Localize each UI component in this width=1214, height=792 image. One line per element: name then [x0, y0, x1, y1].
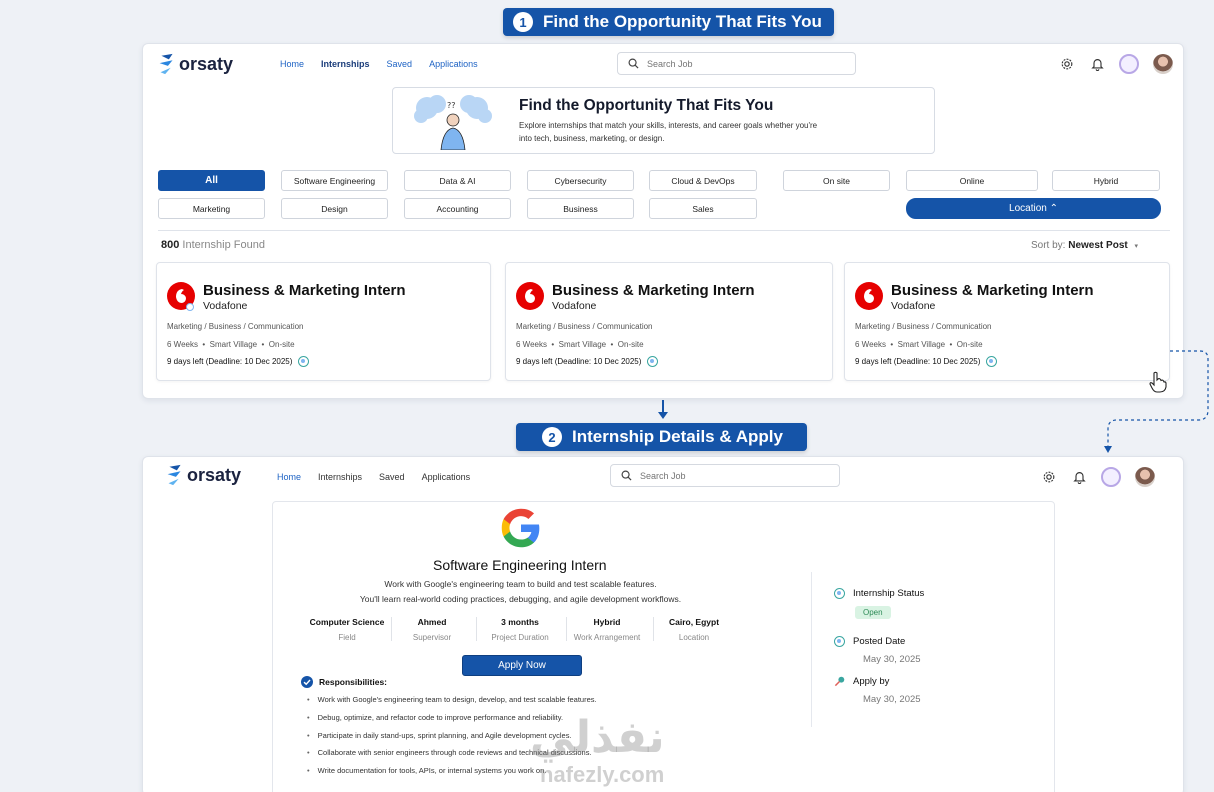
- search-box[interactable]: [610, 464, 840, 487]
- nav-saved[interactable]: Saved: [379, 472, 405, 482]
- responsibilities-heading: Responsibilities:: [301, 676, 387, 688]
- calendar-icon: [834, 636, 845, 647]
- responsibility-item: Work with Google's engineering team to d…: [307, 695, 597, 713]
- gear-icon[interactable]: [1041, 469, 1057, 485]
- fact-value: Computer Science: [309, 617, 385, 627]
- panel-divider: [811, 572, 812, 727]
- posted-label: Posted Date: [853, 636, 906, 647]
- profile-ring-avatar[interactable]: [1101, 467, 1121, 487]
- responsibilities-title: Responsibilities:: [319, 677, 388, 687]
- pin-icon: [834, 676, 845, 687]
- apply-by-label: Apply by: [853, 676, 890, 687]
- nav-applications[interactable]: Applications: [422, 472, 471, 482]
- search-input[interactable]: [640, 470, 800, 481]
- nav-internships[interactable]: Internships: [318, 472, 362, 482]
- internship-desc-1: Work with Google's engineering team to b…: [384, 579, 657, 589]
- fact-work-arrangement: Hybrid Work Arrangement: [563, 617, 651, 642]
- posted-heading: Posted Date: [834, 636, 905, 647]
- fact-value: Ahmed: [417, 617, 447, 627]
- status-icon: [834, 588, 845, 599]
- internship-title: Software Engineering Intern: [433, 557, 607, 573]
- fact-label: Work Arrangement: [573, 633, 641, 642]
- watermark-latin: nafezly.com: [540, 762, 665, 787]
- brand-name: orsaty: [187, 464, 242, 485]
- internship-desc-2: You'll learn real-world coding practices…: [359, 594, 682, 604]
- step-2-banner: 2 Internship Details & Apply: [516, 423, 807, 451]
- apply-by-date: May 30, 2025: [863, 694, 921, 705]
- logo-icon: [167, 464, 181, 486]
- fact-value: 3 months: [501, 617, 539, 627]
- check-circle-icon: [301, 676, 313, 688]
- step-number: 2: [542, 427, 562, 447]
- status-label: Internship Status: [853, 588, 925, 599]
- fact-duration: 3 months Project Duration: [476, 617, 564, 642]
- status-heading: Internship Status: [834, 588, 924, 599]
- nav-home[interactable]: Home: [277, 472, 301, 482]
- bell-icon[interactable]: [1071, 469, 1087, 485]
- fact-label: Project Duration: [491, 633, 549, 642]
- watermark-arabic: نفذلي: [530, 713, 665, 762]
- responsibility-text: Write documentation for tools, APIs, or …: [317, 766, 547, 776]
- brand-logo[interactable]: orsaty: [165, 463, 241, 487]
- fact-value: Hybrid: [593, 617, 621, 627]
- fact-field: Computer Science Field: [303, 617, 391, 642]
- user-avatar[interactable]: [1135, 467, 1155, 487]
- fact-location: Cairo, Egypt Location: [650, 617, 738, 642]
- step-label: Internship Details & Apply: [572, 427, 783, 446]
- main-nav: Home Internships Saved Applications: [277, 472, 470, 482]
- fact-value: Cairo, Egypt: [668, 617, 720, 627]
- nav-actions: [1041, 467, 1155, 487]
- fact-label: Field: [338, 633, 356, 642]
- search-icon: [621, 470, 632, 481]
- apply-now-button[interactable]: Apply Now: [462, 655, 582, 676]
- fact-label: Supervisor: [412, 633, 452, 642]
- posted-date: May 30, 2025: [863, 654, 921, 665]
- fact-label: Location: [678, 633, 710, 642]
- responsibility-text: Work with Google's engineering team to d…: [317, 695, 597, 704]
- google-logo-icon: [501, 508, 540, 548]
- status-badge: Open: [855, 606, 891, 619]
- responsibility-text: Debug, optimize, and refactor code to im…: [317, 712, 564, 722]
- apply-by-heading: Apply by: [834, 676, 889, 687]
- fact-supervisor: Ahmed Supervisor: [388, 617, 476, 642]
